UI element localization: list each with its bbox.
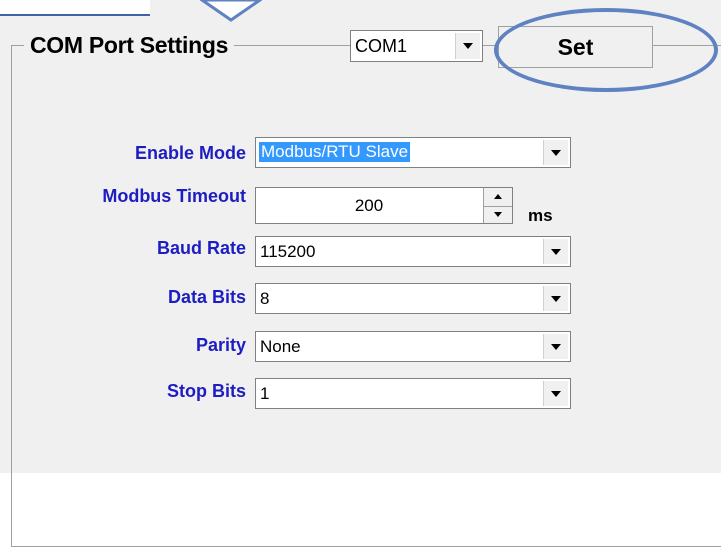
enable-mode-label: Enable Mode (134, 143, 246, 163)
modbus-timeout-spinbox[interactable]: 200 (255, 187, 513, 224)
data-bits-select[interactable]: 8 (255, 283, 571, 314)
stop-bits-value: 1 (260, 384, 270, 403)
parity-label: Parity (195, 335, 246, 355)
com-port-value: COM1 (355, 36, 408, 56)
chevron-down-icon[interactable] (543, 381, 568, 406)
arrow-down-icon[interactable] (484, 206, 512, 224)
com-port-select[interactable]: COM1 (350, 30, 483, 62)
parity-select[interactable]: None (255, 331, 571, 362)
enable-mode-value: Modbus/RTU Slave (259, 142, 411, 162)
chevron-down-icon[interactable] (543, 239, 568, 264)
chevron-down-icon[interactable] (543, 334, 568, 359)
arrow-up-icon[interactable] (484, 188, 512, 207)
timeout-unit: ms (528, 206, 553, 225)
tab-strip (0, 0, 150, 16)
highlight-ellipse (494, 8, 718, 92)
group-title: COM Port Settings (24, 30, 235, 60)
chevron-down-icon[interactable] (455, 33, 480, 59)
data-bits-label: Data Bits (167, 287, 246, 307)
baud-rate-value: 115200 (260, 242, 316, 261)
enable-mode-select[interactable]: Modbus/RTU Slave (255, 137, 571, 168)
baud-rate-select[interactable]: 115200 (255, 236, 571, 267)
modbus-timeout-value: 200 (354, 196, 384, 215)
parity-value: None (260, 337, 301, 356)
pointer-arrow-icon (200, 0, 262, 22)
modbus-timeout-label: Modbus Timeout (102, 186, 246, 206)
settings-panel: COM Port Settings COM1 Set Enable Mode M… (0, 0, 721, 547)
baud-rate-label: Baud Rate (156, 238, 246, 258)
data-bits-value: 8 (260, 289, 270, 308)
stop-bits-select[interactable]: 1 (255, 378, 571, 409)
spin-buttons (483, 188, 512, 223)
stop-bits-label: Stop Bits (167, 381, 246, 401)
chevron-down-icon[interactable] (543, 286, 568, 311)
chevron-down-icon[interactable] (543, 140, 568, 165)
